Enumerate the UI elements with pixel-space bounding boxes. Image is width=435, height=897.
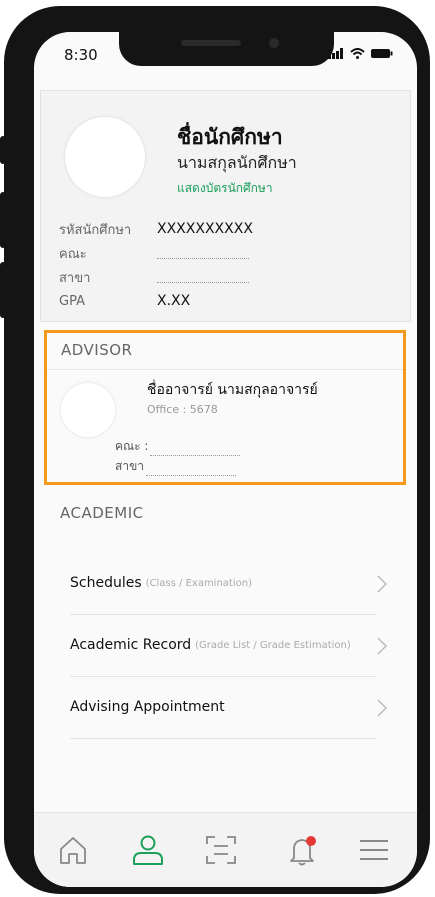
advisor-major-row: สาขา bbox=[115, 457, 237, 476]
tab-notifications[interactable] bbox=[286, 833, 320, 867]
chevron-right-icon bbox=[377, 699, 388, 717]
student-surname: นามสกุลนักศึกษา bbox=[177, 153, 297, 172]
notch bbox=[119, 32, 334, 66]
menu-item-subtitle: (Grade List / Grade Estimation) bbox=[195, 639, 351, 651]
advisor-section: ADVISOR ชื่ออาจารย์ นามสกุลอาจารย์ Offic… bbox=[44, 330, 406, 485]
mute-switch bbox=[0, 136, 6, 164]
divider bbox=[47, 369, 403, 370]
home-icon bbox=[60, 837, 86, 864]
info-label: สาขา bbox=[59, 270, 91, 286]
front-camera bbox=[269, 38, 279, 48]
wifi-icon bbox=[350, 48, 365, 59]
menu-item-label: Academic Record bbox=[70, 637, 192, 653]
chevron-right-icon bbox=[377, 637, 388, 655]
menu-item-schedules[interactable]: Schedules (Class / Examination) bbox=[70, 552, 388, 615]
advisor-avatar bbox=[61, 383, 115, 437]
info-placeholder-line bbox=[157, 272, 249, 283]
status-time: 8:30 bbox=[64, 46, 98, 64]
student-info: รหัสนักศึกษา XXXXXXXXXX คณะ สาขา GPA X.X… bbox=[59, 217, 253, 313]
tab-profile[interactable] bbox=[131, 833, 165, 867]
academic-section-title: ACADEMIC bbox=[60, 504, 144, 522]
scan-icon bbox=[206, 836, 236, 864]
menu-item-advising-appointment[interactable]: Advising Appointment bbox=[70, 676, 388, 739]
student-profile-card: ชื่อนักศึกษา นามสกุลนักศึกษา แสดงบัตรนัก… bbox=[40, 90, 411, 322]
speaker bbox=[181, 40, 241, 46]
status-icons bbox=[328, 48, 393, 59]
menu-item-subtitle: (Class / Examination) bbox=[145, 577, 252, 589]
info-label: GPA bbox=[59, 293, 85, 309]
menu-item-label: Advising Appointment bbox=[70, 699, 225, 715]
student-avatar bbox=[65, 117, 145, 197]
info-value: XXXXXXXXXX bbox=[157, 221, 253, 237]
tab-home[interactable] bbox=[56, 833, 90, 867]
notification-badge bbox=[306, 836, 316, 846]
info-placeholder-line bbox=[157, 248, 249, 259]
chevron-right-icon bbox=[377, 575, 388, 593]
volume-up-button bbox=[0, 192, 6, 248]
show-student-card-link[interactable]: แสดงบัตรนักศึกษา bbox=[177, 179, 273, 198]
student-name: ชื่อนักศึกษา bbox=[177, 125, 283, 149]
advisor-office: Office : 5678 bbox=[147, 403, 218, 416]
advisor-name: ชื่ออาจารย์ นามสกุลอาจารย์ bbox=[147, 382, 318, 398]
phone-frame: 8:30 ชื่อนักศึกษา นามสกุลนักศึกษา แสดงบั… bbox=[0, 6, 430, 894]
notification-bell-icon bbox=[290, 836, 316, 866]
signal-icon bbox=[328, 48, 343, 59]
advisor-faculty-row: คณะ : bbox=[115, 437, 241, 456]
info-row-major: สาขา bbox=[59, 265, 253, 289]
info-row-gpa: GPA X.XX bbox=[59, 289, 253, 313]
info-value: X.XX bbox=[157, 293, 191, 309]
profile-icon bbox=[133, 835, 163, 865]
tab-menu[interactable] bbox=[357, 833, 391, 867]
bottom-tab-bar bbox=[34, 812, 417, 887]
screen: 8:30 ชื่อนักศึกษา นามสกุลนักศึกษา แสดงบั… bbox=[34, 32, 417, 887]
advisor-faculty-label: คณะ : bbox=[115, 439, 149, 453]
tab-scan[interactable] bbox=[204, 833, 238, 867]
menu-item-label: Schedules bbox=[70, 575, 142, 591]
info-label: รหัสนักศึกษา bbox=[59, 222, 132, 238]
volume-down-button bbox=[0, 262, 6, 318]
menu-icon bbox=[360, 840, 388, 860]
advisor-faculty-line bbox=[150, 445, 241, 456]
info-row-faculty: คณะ bbox=[59, 241, 253, 265]
advisor-major-line bbox=[146, 465, 237, 476]
info-label: คณะ bbox=[59, 246, 87, 262]
info-row-id: รหัสนักศึกษา XXXXXXXXXX bbox=[59, 217, 253, 241]
battery-icon bbox=[371, 49, 393, 58]
advisor-major-label: สาขา bbox=[115, 459, 145, 473]
menu-item-academic-record[interactable]: Academic Record (Grade List / Grade Esti… bbox=[70, 614, 388, 677]
advisor-section-title: ADVISOR bbox=[61, 341, 133, 359]
